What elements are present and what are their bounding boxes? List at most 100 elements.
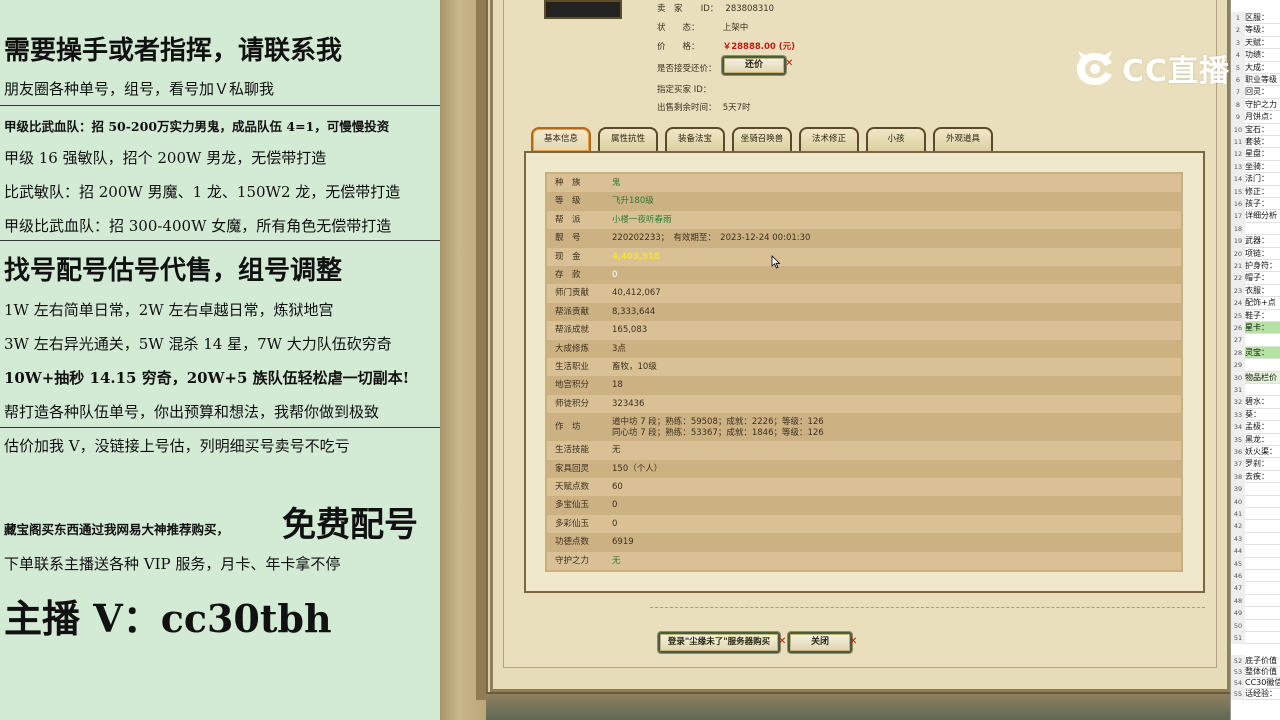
sheet-cell[interactable]: 星盘： xyxy=(1245,149,1269,158)
sheet-cell[interactable]: 坐骑： xyxy=(1245,162,1269,171)
info-row: 作 坊道中坊 7 段；熟练：59508；成就：2226；等级：126 同心坊 7 … xyxy=(547,413,1181,442)
sheet-cell[interactable]: 底子价值 xyxy=(1245,656,1277,665)
sheet-row: 35 黑龙： xyxy=(1231,433,1280,446)
sheet-cell[interactable]: 天赋： xyxy=(1245,38,1269,47)
divider xyxy=(0,240,440,241)
ad-line: 1W 左右简单日常，2W 左右卓越日常，炼狱地宫 xyxy=(4,301,334,319)
sheet-cell[interactable]: 碧水： xyxy=(1245,397,1269,406)
tab-children[interactable]: 小孩 xyxy=(866,127,926,151)
sheet-cell[interactable]: 葵： xyxy=(1245,410,1261,419)
sheet-row-number: 6 xyxy=(1231,74,1245,87)
ad-line: 甲级 16 强敏队，招个 200W 男龙，无偿带打造 xyxy=(4,149,327,167)
info-label: 功德点数 xyxy=(555,537,590,548)
sheet-cell[interactable]: 套装： xyxy=(1245,137,1269,146)
sheet-cell[interactable]: 话经验： xyxy=(1245,689,1277,698)
info-value: 150（个人） xyxy=(612,463,663,474)
sheet-row: 23 衣服： xyxy=(1231,284,1280,298)
sheet-row: 41 xyxy=(1231,508,1280,521)
sheet-row-number: 11 xyxy=(1231,136,1245,149)
info-row: 多彩仙玉 0 xyxy=(547,514,1181,534)
price-row: 价 格： ￥28888.00 (元) xyxy=(657,40,795,52)
sheet-row-number: 9 xyxy=(1231,111,1245,124)
sheet-row: 26 星卡： xyxy=(1231,322,1280,335)
seller-id: 283808310 xyxy=(725,4,775,14)
sheet-cell[interactable]: 星卡： xyxy=(1245,323,1269,332)
sheet-cell[interactable]: 项链： xyxy=(1245,249,1269,258)
sheet-row: 6 职业等级 xyxy=(1231,74,1280,87)
sheet-row-number: 32 xyxy=(1231,396,1245,409)
sheet-row-number: 41 xyxy=(1231,508,1245,521)
sheet-row: 15 修正： xyxy=(1231,185,1280,198)
sheet-cell[interactable]: 整体价值 xyxy=(1245,667,1277,676)
sheet-cell[interactable]: CC30徽信 xyxy=(1245,678,1280,687)
sheet-row: 32 碧水： xyxy=(1231,396,1280,409)
sheet-row-number: 19 xyxy=(1231,235,1245,248)
sheet-row-number: 5 xyxy=(1231,61,1245,74)
sheet-cell[interactable]: 法门： xyxy=(1245,174,1269,183)
sheet-cell[interactable]: 区服： xyxy=(1245,13,1269,22)
sheet-cell[interactable]: 帽子： xyxy=(1245,273,1269,282)
sheet-row: 11 套装： xyxy=(1231,136,1280,149)
sheet-row: 48 xyxy=(1231,594,1280,608)
sheet-cell[interactable]: 修正： xyxy=(1245,187,1269,196)
info-value: 0 xyxy=(612,518,618,529)
sheet-cell[interactable]: 物品栏价 xyxy=(1245,373,1277,382)
sheet-row-number: 31 xyxy=(1231,384,1245,397)
tab-equipment[interactable]: 装备法宝 xyxy=(665,127,725,151)
sheet-cell[interactable]: 黑龙： xyxy=(1245,435,1269,444)
tab-mounts-pets[interactable]: 坐骑召唤兽 xyxy=(732,127,792,151)
tab-basic-info[interactable]: 基本信息 xyxy=(531,127,591,151)
sheet-cell[interactable]: 护身符： xyxy=(1245,261,1277,270)
sheet-row: 50 xyxy=(1231,619,1280,632)
info-row: 家具回灵 150（个人） xyxy=(547,459,1181,478)
sheet-cell[interactable]: 灵宝： xyxy=(1245,348,1269,357)
tab-attributes[interactable]: 属性抗性 xyxy=(598,127,658,151)
sheet-cell[interactable]: 月饼点： xyxy=(1245,112,1277,121)
sheet-cell[interactable]: 孟极： xyxy=(1245,422,1269,431)
sheet-row: 22 帽子： xyxy=(1231,272,1280,285)
sheet-cell[interactable]: 衣服： xyxy=(1245,286,1269,295)
info-label: 地宫积分 xyxy=(555,380,590,391)
sheet-cell[interactable]: 宝石： xyxy=(1245,125,1269,134)
sheet-cell[interactable]: 罗刹： xyxy=(1245,459,1269,468)
info-value: 鬼 xyxy=(612,178,621,188)
close-button[interactable]: 关闭 xyxy=(788,632,852,653)
sheet-cell[interactable]: 鞋子： xyxy=(1245,311,1269,320)
info-value: 6919 xyxy=(612,537,634,548)
login-server-purchase-button[interactable]: 登录"尘缘未了"服务器购买 xyxy=(658,632,780,653)
ad-line: 下单联系主播送各种 VIP 服务，月卡、年卡拿不停 xyxy=(4,555,341,573)
sheet-cell[interactable]: 配饰+点 xyxy=(1245,298,1276,307)
sheet-cell[interactable]: 功绩： xyxy=(1245,50,1269,59)
ad-line: 10W+抽秒 14.15 穷奇，20W+5 族队伍轻松虐一切副本! xyxy=(4,369,410,387)
sheet-row-number: 28 xyxy=(1231,346,1245,360)
sheet-row: 27 xyxy=(1231,334,1280,347)
sheet-cell[interactable]: 职业等级 xyxy=(1245,75,1277,84)
info-row: 靓 号 220202233； 有效期至： 2023-12-24 00:01:30 xyxy=(547,229,1181,248)
sheet-row: 47 xyxy=(1231,582,1280,595)
sheet-row-number: 12 xyxy=(1231,148,1245,161)
sheet-row-number: 25 xyxy=(1231,309,1245,322)
sheet-row-number: 21 xyxy=(1231,260,1245,273)
sheet-cell[interactable]: 详细分析 xyxy=(1245,211,1277,220)
sheet-row-number: 33 xyxy=(1231,408,1245,422)
sheet-row-number: 14 xyxy=(1231,173,1245,186)
sheet-row: 36 妖火渠： xyxy=(1231,446,1280,459)
sheet-cell[interactable]: 武器： xyxy=(1245,236,1269,245)
sheet-cell[interactable]: 妖火渠： xyxy=(1245,447,1277,456)
counter-offer-button[interactable]: 还价 xyxy=(722,56,786,75)
sheet-cell[interactable]: 等级： xyxy=(1245,25,1269,34)
sheet-cell[interactable]: 守护之力 xyxy=(1245,100,1277,109)
sheet-row: 43 xyxy=(1231,532,1280,546)
sheet-cell[interactable]: 孩子： xyxy=(1245,199,1269,208)
sheet-cell[interactable]: 回灵： xyxy=(1245,87,1269,96)
sheet-row-number: 37 xyxy=(1231,458,1245,471)
tab-appearance-items[interactable]: 外观道具 xyxy=(933,127,993,151)
sheet-row-number: 34 xyxy=(1231,421,1245,434)
sheet-cell[interactable]: 去疾： xyxy=(1245,472,1269,481)
info-label: 师徒积分 xyxy=(555,398,590,409)
sheet-cell[interactable]: 大成： xyxy=(1245,63,1269,72)
sheet-row: 42 xyxy=(1231,520,1280,533)
info-label: 作 坊 xyxy=(555,422,581,433)
tab-spell-modifiers[interactable]: 法术修正 xyxy=(799,127,859,151)
status-row: 状 态： 上架中 xyxy=(657,21,748,33)
